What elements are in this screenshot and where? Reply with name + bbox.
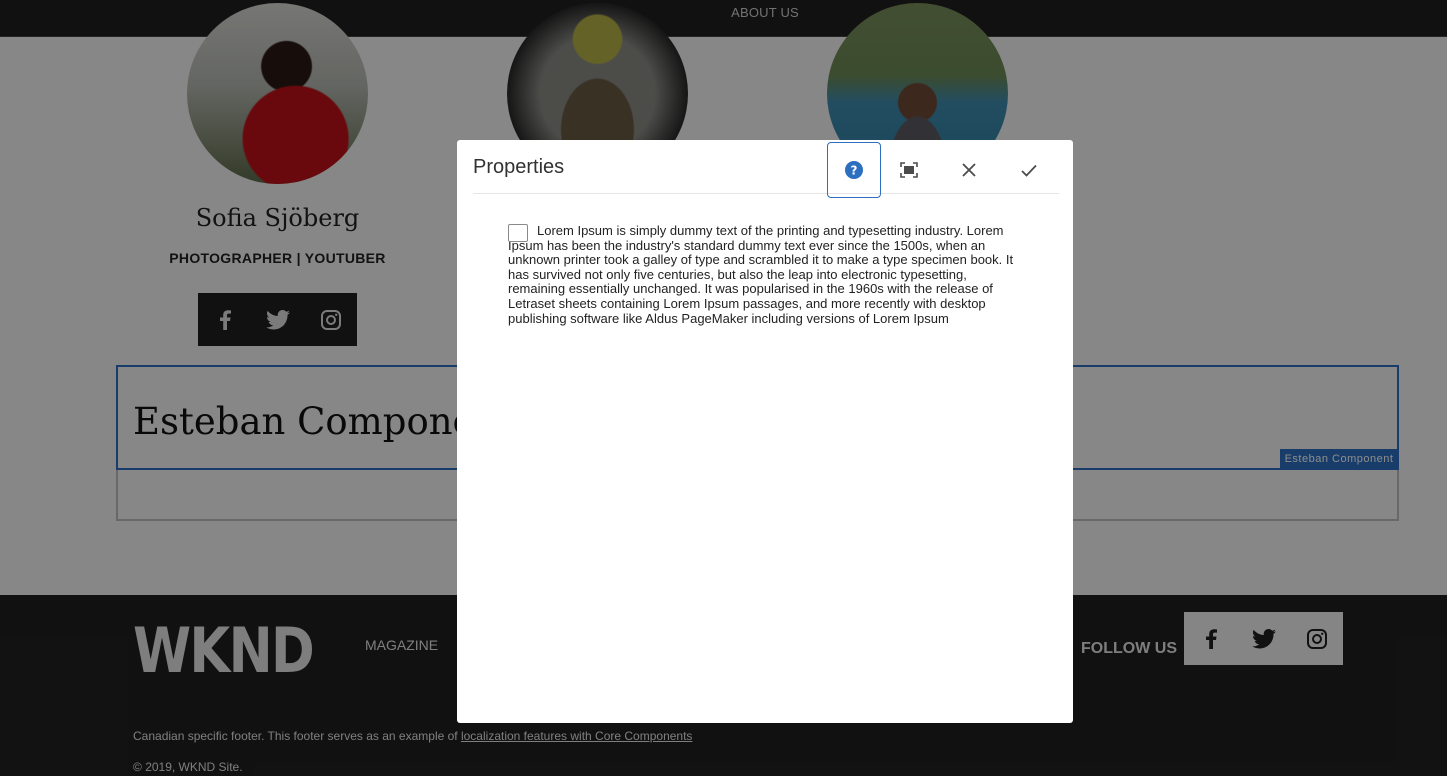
fullscreen-button[interactable] [882, 142, 936, 198]
lorem-checkbox[interactable] [508, 224, 528, 242]
checkbox-label[interactable]: Lorem Ipsum is simply dummy text of the … [508, 223, 1018, 326]
help-button[interactable]: ? [827, 142, 881, 198]
properties-dialog: Properties ? Lorem Ipsum is simply dummy… [457, 140, 1073, 723]
done-button[interactable] [1002, 142, 1056, 198]
close-button[interactable] [942, 142, 996, 198]
fullscreen-icon [900, 162, 918, 178]
dialog-title: Properties [473, 156, 565, 178]
dialog-body: Lorem Ipsum is simply dummy text of the … [508, 223, 1018, 326]
help-icon: ? [845, 161, 863, 179]
checkmark-icon [1021, 164, 1037, 177]
close-icon [962, 163, 976, 177]
dialog-header: Properties ? [473, 140, 1059, 198]
svg-text:?: ? [851, 164, 858, 178]
